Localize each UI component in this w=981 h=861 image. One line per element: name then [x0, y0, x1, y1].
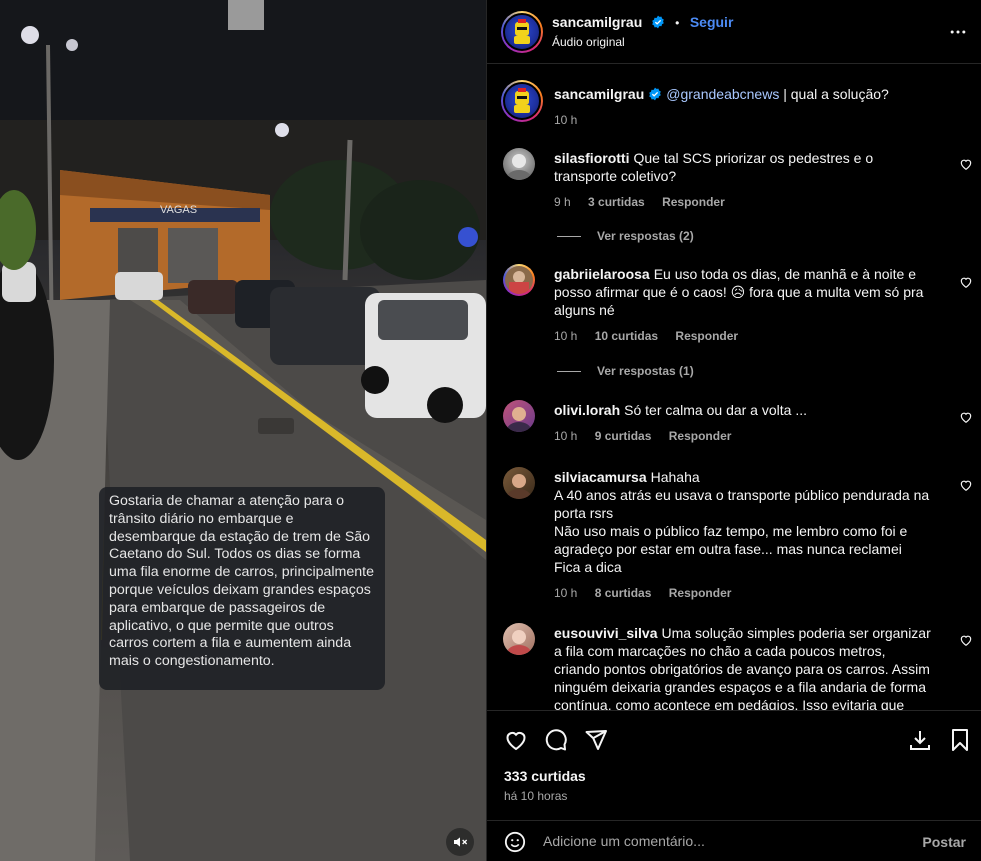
comment-body: eusouvivi_silva Uma solução simples poder… [554, 624, 934, 710]
comment-likes[interactable]: 8 curtidas [595, 586, 652, 600]
view-replies-label[interactable]: Ver respostas (2) [597, 229, 694, 243]
avatar-photo [507, 407, 531, 432]
comment-time[interactable]: 10 h [554, 586, 577, 600]
heart-icon[interactable] [504, 728, 528, 752]
comment-meta: 9 h 3 curtidas Responder [554, 193, 934, 211]
caption-username[interactable]: sancamilgrau [554, 86, 644, 102]
post-panel: sancamilgrau • Seguir Áudio original san… [486, 0, 981, 861]
comments-list[interactable]: sancamilgrau @grandeabcnews | qual a sol… [487, 65, 981, 710]
share-icon[interactable] [584, 728, 608, 752]
download-icon[interactable] [908, 728, 932, 752]
comment-meta: 10 h 9 curtidas Responder [554, 427, 934, 445]
mascot-logo [514, 88, 530, 113]
comment-likes[interactable]: 3 curtidas [588, 195, 645, 209]
like-comment-heart-icon[interactable] [959, 410, 973, 424]
comment-icon[interactable] [544, 728, 568, 752]
reply-button[interactable]: Responder [662, 195, 725, 209]
post-time-ago[interactable]: há 10 horas [504, 789, 567, 803]
comment-line: Hahaha [650, 469, 700, 485]
author-avatar[interactable] [501, 80, 543, 122]
replies-line [557, 371, 581, 373]
author-line: sancamilgrau • Seguir [552, 14, 733, 32]
caption-text: Gostaria de chamar a atenção para o trân… [109, 493, 374, 670]
commenter-avatar[interactable] [503, 148, 535, 180]
comment-time[interactable]: 10 h [554, 429, 577, 443]
video-caption: Gostaria de chamar a atenção para o trân… [99, 487, 385, 690]
like-comment-heart-icon[interactable] [959, 157, 973, 171]
caption-text: | qual a solução? [783, 86, 889, 102]
avatar-photo [507, 474, 531, 499]
commenter-avatar[interactable] [503, 623, 535, 655]
mute-button[interactable] [446, 828, 474, 856]
comment-line: Não uso mais o público faz tempo, me lem… [554, 523, 908, 557]
comment-username[interactable]: eusouvivi_silva [554, 625, 658, 641]
follow-button[interactable]: Seguir [690, 14, 734, 30]
like-comment-heart-icon[interactable] [959, 633, 973, 647]
author-username[interactable]: sancamilgrau [552, 14, 642, 30]
more-horizontal-icon[interactable] [948, 22, 968, 42]
comment-username[interactable]: silviacamursa [554, 469, 647, 485]
verified-badge-icon [649, 87, 662, 101]
like-comment-heart-icon[interactable] [959, 478, 973, 492]
view-replies-label[interactable]: Ver respostas (1) [597, 364, 694, 378]
comment-likes[interactable]: 10 curtidas [595, 329, 658, 343]
post-comment-button[interactable]: Postar [922, 834, 966, 850]
video-player[interactable]: VAGAS Gostaria de chamar a atenção para … [0, 0, 486, 861]
comment-username[interactable]: silasfiorotti [554, 150, 629, 166]
comment-time[interactable]: 10 h [554, 329, 577, 343]
reply-button[interactable]: Responder [669, 586, 732, 600]
comment-line: Fica a dica [554, 559, 622, 575]
avatar-photo [507, 630, 531, 655]
comment-body: gabriielaroosa Eu uso toda os dias, de ma… [554, 265, 934, 345]
reply-button[interactable]: Responder [675, 329, 738, 343]
post-header: sancamilgrau • Seguir Áudio original [487, 0, 981, 64]
comment-body: olivi.lorah Só ter calma ou dar a volta .… [554, 401, 934, 445]
audio-label[interactable]: Áudio original [552, 35, 625, 49]
separator-dot: • [675, 16, 680, 30]
comment-composer: Postar [487, 820, 981, 861]
comment-body: silviacamursa Hahaha A 40 anos atrás eu u… [554, 468, 934, 602]
avatar-photo [505, 266, 533, 294]
verified-badge-icon [651, 15, 664, 29]
author-avatar[interactable] [501, 11, 543, 53]
comment-meta: 10 h 10 curtidas Responder [554, 327, 934, 345]
commenter-avatar[interactable] [503, 264, 535, 296]
comment-text: Só ter calma ou dar a volta ... [624, 402, 807, 418]
reply-button[interactable]: Responder [669, 429, 732, 443]
caption-time[interactable]: 10 h [554, 113, 577, 127]
likes-count[interactable]: 333 curtidas [504, 768, 586, 784]
store-sign: VAGAS [160, 204, 197, 216]
comment-input[interactable] [543, 830, 913, 852]
bookmark-icon[interactable] [948, 728, 972, 752]
street-scene: VAGAS [0, 0, 486, 861]
comment-username[interactable]: olivi.lorah [554, 402, 620, 418]
emoji-icon[interactable] [504, 831, 526, 853]
view-replies-button[interactable]: Ver respostas (2) [557, 229, 694, 243]
comment-body: silasfiorotti Que tal SCS priorizar os pe… [554, 149, 934, 211]
comment-likes[interactable]: 9 curtidas [595, 429, 652, 443]
mention-link[interactable]: @grandeabcnews [666, 86, 779, 102]
avatar-photo [507, 154, 531, 180]
like-comment-heart-icon[interactable] [959, 275, 973, 289]
volume-muted-icon [454, 837, 468, 847]
commenter-avatar[interactable] [503, 400, 535, 432]
caption-body: sancamilgrau @grandeabcnews | qual a sol… [554, 85, 934, 129]
comment-time[interactable]: 9 h [554, 195, 571, 209]
post-actions: 333 curtidas há 10 horas [487, 710, 981, 820]
comment-line: A 40 anos atrás eu usava o transporte pú… [554, 487, 930, 521]
replies-line [557, 236, 581, 238]
caption-meta: 10 h [554, 111, 934, 129]
commenter-avatar[interactable] [503, 467, 535, 499]
view-replies-button[interactable]: Ver respostas (1) [557, 364, 694, 378]
comment-username[interactable]: gabriielaroosa [554, 266, 650, 282]
mascot-logo [514, 19, 530, 44]
comment-meta: 10 h 8 curtidas Responder [554, 584, 934, 602]
